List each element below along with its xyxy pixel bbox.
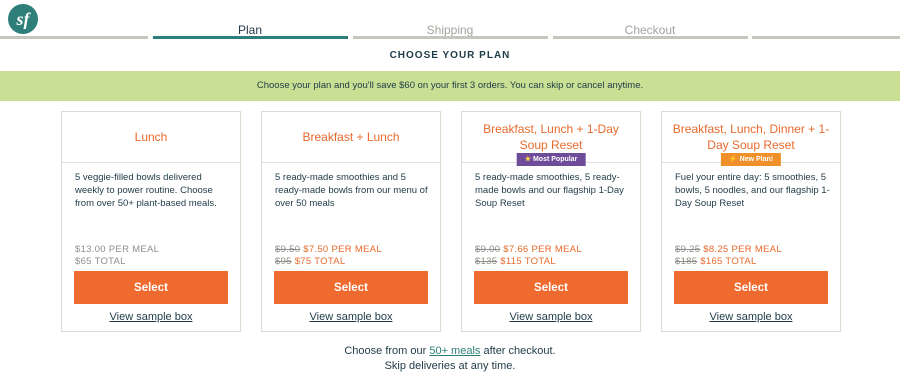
footer-note: Choose from our 50+ meals after checkout…	[0, 344, 900, 374]
per-meal-value: $13.00 PER MEAL	[75, 244, 160, 255]
footer-line-1: Choose from our 50+ meals after checkout…	[0, 344, 900, 359]
divider	[262, 162, 440, 163]
step-checkout[interactable]: Checkout	[625, 23, 676, 37]
total-value: $65 TOTAL	[75, 256, 126, 267]
view-sample-box-link[interactable]: View sample box	[62, 311, 240, 323]
total-value: $165 TOTAL	[700, 256, 757, 267]
meals-link[interactable]: 50+ meals	[429, 345, 480, 357]
lightning-icon: ⚡	[728, 156, 738, 163]
per-meal-old-price: $9.50	[275, 244, 301, 255]
divider	[62, 162, 240, 163]
per-meal-value: $7.50 PER MEAL	[303, 244, 382, 255]
plan-description: 5 ready-made smoothies, 5 ready-made bow…	[475, 172, 624, 209]
per-meal-value: $7.66 PER MEAL	[503, 244, 582, 255]
per-meal-price: $9.25 $8.25 PER MEAL	[675, 244, 782, 255]
progress-steps: Plan Shipping Checkout	[0, 0, 900, 40]
progress-segment-active	[153, 36, 348, 39]
plan-card-full-day-soup: Breakfast, Lunch, Dinner + 1-Day Soup Re…	[661, 111, 841, 332]
most-popular-badge: ★ Most Popular	[516, 153, 586, 166]
footer-text: after checkout.	[480, 345, 556, 357]
view-sample-box-link[interactable]: View sample box	[462, 311, 640, 323]
step-plan[interactable]: Plan	[238, 23, 262, 37]
plan-card-breakfast-lunch-soup: Breakfast, Lunch + 1-Day Soup Reset ★ Mos…	[461, 111, 641, 332]
footer-text: Choose from our	[344, 345, 430, 357]
plan-description: Fuel your entire day: 5 smoothies, 5 bow…	[675, 172, 830, 209]
select-button[interactable]: Select	[474, 271, 628, 304]
new-plan-badge: ⚡ New Plan!	[720, 153, 782, 166]
total-old-price: $185	[675, 256, 698, 267]
view-sample-box-link[interactable]: View sample box	[262, 311, 440, 323]
total-value: $115 TOTAL	[500, 256, 556, 267]
select-button[interactable]: Select	[674, 271, 828, 304]
total-price: $135 $115 TOTAL	[475, 256, 556, 267]
per-meal-price: $9.50 $7.50 PER MEAL	[275, 244, 382, 255]
total-price: $185 $165 TOTAL	[675, 256, 757, 267]
total-old-price: $135	[475, 256, 498, 267]
promo-banner: Choose your plan and you'll save $60 on …	[0, 71, 900, 101]
progress-segment	[0, 36, 148, 39]
plan-card-lunch: Lunch 5 veggie-filled bowls delivered we…	[61, 111, 241, 332]
plan-title: Lunch	[134, 130, 168, 144]
per-meal-value: $8.25 PER MEAL	[703, 244, 782, 255]
page-title: CHOOSE YOUR PLAN	[389, 50, 511, 61]
plan-description: 5 veggie-filled bowls delivered weekly t…	[75, 172, 217, 209]
plan-description: 5 ready-made smoothies and 5 ready-made …	[275, 172, 428, 209]
total-old-price: $95	[275, 256, 292, 267]
plan-card-breakfast-lunch: Breakfast + Lunch 5 ready-made smoothies…	[261, 111, 441, 332]
badge-label: New Plan!	[739, 156, 774, 163]
footer-line-2: Skip deliveries at any time.	[384, 360, 516, 372]
star-icon: ★	[524, 156, 531, 163]
total-price: $65 TOTAL	[75, 256, 126, 267]
per-meal-old-price: $9.25	[675, 244, 701, 255]
per-meal-old-price: $9.00	[475, 244, 501, 255]
step-shipping[interactable]: Shipping	[427, 23, 474, 37]
progress-segment	[752, 36, 900, 39]
total-price: $95 $75 TOTAL	[275, 256, 345, 267]
progress-segment	[353, 36, 548, 39]
per-meal-price: $13.00 PER MEAL	[75, 244, 159, 255]
select-button[interactable]: Select	[274, 271, 428, 304]
view-sample-box-link[interactable]: View sample box	[662, 311, 840, 323]
progress-segment	[553, 36, 748, 39]
badge-label: Most Popular	[532, 156, 578, 163]
plan-title: Breakfast + Lunch	[302, 130, 400, 144]
per-meal-price: $9.00 $7.66 PER MEAL	[475, 244, 582, 255]
total-value: $75 TOTAL	[294, 256, 346, 267]
select-button[interactable]: Select	[74, 271, 228, 304]
